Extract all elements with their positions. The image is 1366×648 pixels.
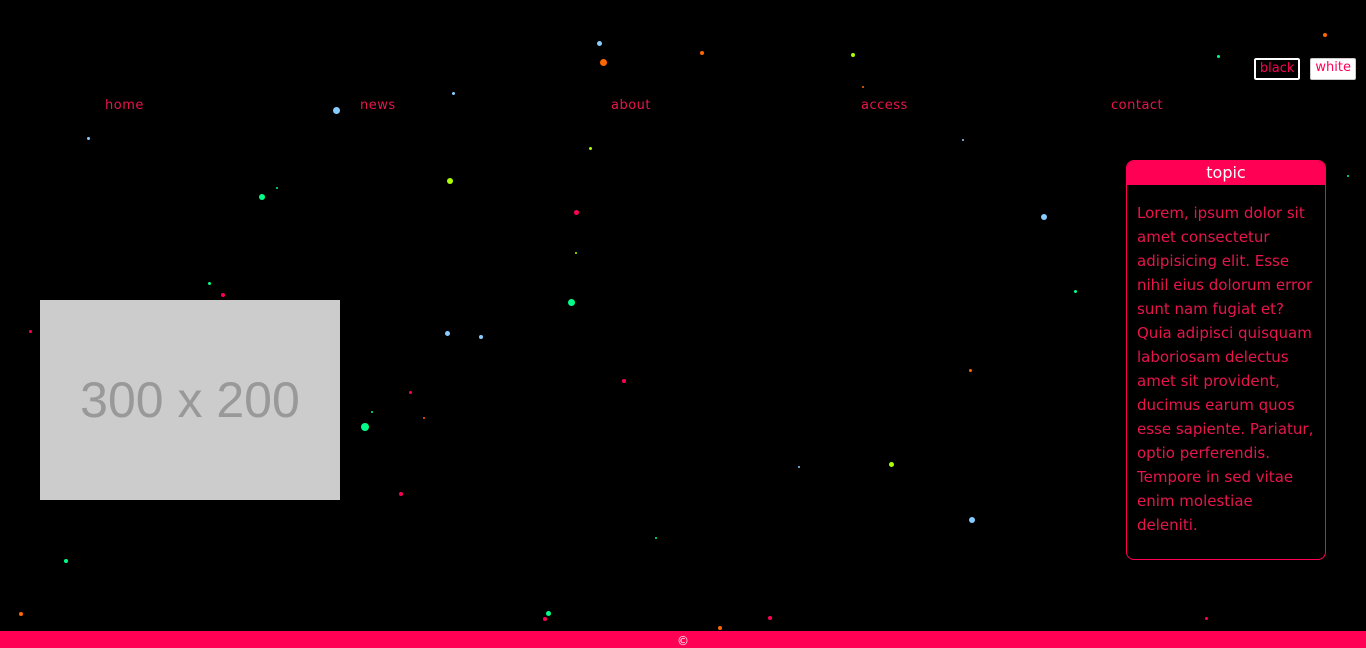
- particle-dot: [567, 298, 575, 306]
- main-nav: home news about access contact: [0, 98, 1366, 118]
- particle-dot: [19, 612, 23, 616]
- particle-dot: [573, 209, 579, 215]
- particle-dot: [371, 411, 373, 413]
- nav-item-news[interactable]: news: [360, 98, 396, 113]
- nav-item-home[interactable]: home: [105, 98, 144, 113]
- particle-dot: [851, 53, 855, 57]
- theme-switch: black white: [1252, 57, 1356, 81]
- particle-dot: [962, 139, 964, 141]
- particle-dot: [622, 379, 626, 383]
- particle-dot: [969, 517, 975, 523]
- particle-dot: [361, 423, 369, 431]
- particle-dot: [655, 537, 657, 539]
- placeholder-label: 300 x 200: [80, 372, 300, 428]
- particle-dot: [276, 187, 278, 189]
- particle-dot: [86, 136, 90, 140]
- particle-dot: [798, 466, 800, 468]
- particle-dot: [423, 417, 425, 419]
- particle-dot: [588, 146, 592, 150]
- particle-dot: [545, 610, 551, 616]
- particle-dot: [207, 281, 211, 285]
- particle-dot: [1204, 616, 1208, 620]
- nav-item-contact[interactable]: contact: [1111, 98, 1163, 113]
- particle-dot: [64, 559, 68, 563]
- placeholder-image: 300 x 200: [40, 300, 340, 500]
- particle-dot: [408, 390, 412, 394]
- footer: ©: [0, 631, 1366, 648]
- particle-dot: [1347, 175, 1349, 177]
- theme-black-button[interactable]: black: [1252, 57, 1302, 81]
- particle-dot: [259, 194, 265, 200]
- particle-dot: [862, 86, 864, 88]
- particle-dot: [28, 329, 32, 333]
- particle-dot: [399, 492, 403, 496]
- particle-dot: [968, 368, 972, 372]
- particle-dot: [447, 178, 453, 184]
- particle-dot: [596, 40, 602, 46]
- particle-dot: [479, 335, 483, 339]
- theme-white-button[interactable]: white: [1310, 58, 1356, 80]
- particle-dot: [221, 293, 225, 297]
- nav-item-access[interactable]: access: [861, 98, 908, 113]
- topic-title: topic: [1127, 161, 1325, 185]
- particle-dot: [599, 58, 607, 66]
- particle-dot: [718, 626, 722, 630]
- particle-dot: [1323, 33, 1327, 37]
- topic-card: topic Lorem, ipsum dolor sit amet consec…: [1126, 160, 1326, 560]
- particle-dot: [1073, 289, 1077, 293]
- nav-item-about[interactable]: about: [611, 98, 651, 113]
- particle-dot: [451, 91, 455, 95]
- page: black white home news about access conta…: [0, 0, 1366, 648]
- particle-dot: [888, 461, 894, 467]
- topic-body: Lorem, ipsum dolor sit amet consectetur …: [1137, 204, 1314, 534]
- particle-dot: [444, 330, 450, 336]
- particle-dot: [768, 616, 772, 620]
- particle-dot: [575, 252, 577, 254]
- particle-dot: [543, 617, 547, 621]
- copyright-text: ©: [677, 634, 689, 648]
- particle-dot: [700, 51, 704, 55]
- particle-dot: [1216, 54, 1220, 58]
- particle-dot: [1041, 214, 1047, 220]
